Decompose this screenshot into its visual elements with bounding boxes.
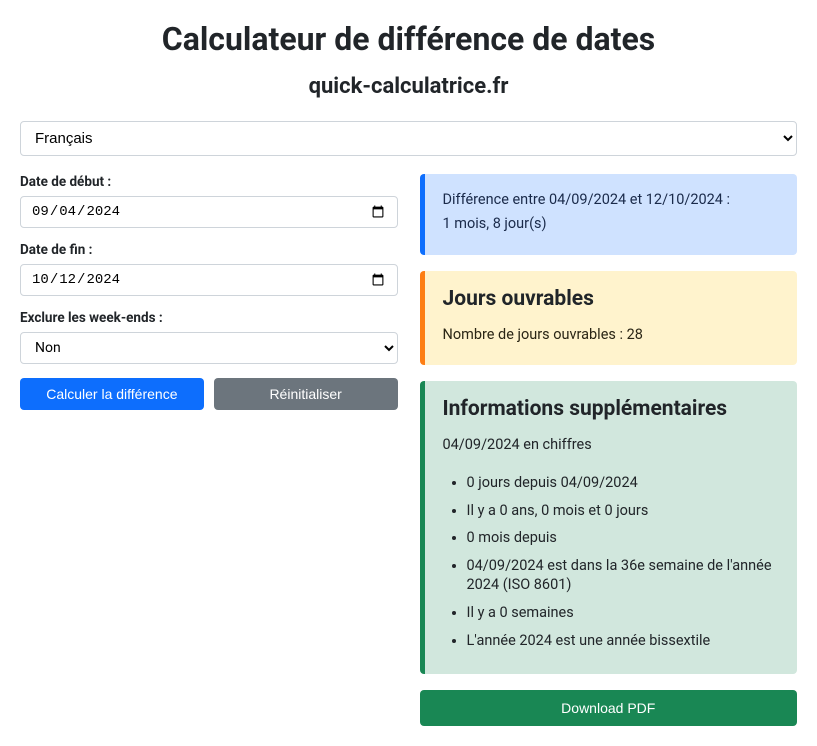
exclude-weekends-label: Exclure les week-ends :: [20, 310, 398, 326]
app-container: Calculateur de différence de dates quick…: [20, 20, 797, 726]
extra-info-result: Informations supplémentaires 04/09/2024 …: [420, 381, 798, 674]
end-date-label: Date de fin :: [20, 242, 398, 258]
working-days-text: Nombre de jours ouvrables : 28: [443, 325, 780, 345]
end-date-input[interactable]: [20, 264, 398, 296]
difference-line2: 1 mois, 8 jour(s): [443, 214, 780, 234]
calculate-button[interactable]: Calculer la différence: [20, 378, 204, 410]
list-item: Il y a 0 ans, 0 mois et 0 jours: [467, 501, 780, 521]
reset-button[interactable]: Réinitialiser: [214, 378, 398, 410]
start-date-label: Date de début :: [20, 174, 398, 190]
list-item: 0 jours depuis 04/09/2024: [467, 473, 780, 493]
exclude-weekends-select[interactable]: Non: [20, 332, 398, 364]
extra-info-intro: 04/09/2024 en chiffres: [443, 435, 780, 455]
start-date-input[interactable]: [20, 196, 398, 228]
list-item: 04/09/2024 est dans la 36e semaine de l'…: [467, 556, 780, 595]
list-item: 0 mois depuis: [467, 528, 780, 548]
language-select[interactable]: Français: [20, 121, 797, 156]
results-panel: Différence entre 04/09/2024 et 12/10/202…: [420, 174, 798, 726]
form-panel: Date de début : Date de fin : Exclure le…: [20, 174, 398, 726]
list-item: Il y a 0 semaines: [467, 603, 780, 623]
extra-info-list: 0 jours depuis 04/09/2024 Il y a 0 ans, …: [443, 473, 780, 650]
page-subtitle: quick-calculatrice.fr: [20, 74, 797, 99]
difference-result: Différence entre 04/09/2024 et 12/10/202…: [420, 174, 798, 255]
page-title: Calculateur de différence de dates: [20, 20, 797, 58]
extra-info-title: Informations supplémentaires: [443, 397, 780, 421]
list-item: L'année 2024 est une année bissextile: [467, 631, 780, 651]
working-days-title: Jours ouvrables: [443, 287, 780, 311]
difference-line1: Différence entre 04/09/2024 et 12/10/202…: [443, 190, 780, 210]
working-days-result: Jours ouvrables Nombre de jours ouvrable…: [420, 271, 798, 365]
download-pdf-button[interactable]: Download PDF: [420, 690, 798, 726]
